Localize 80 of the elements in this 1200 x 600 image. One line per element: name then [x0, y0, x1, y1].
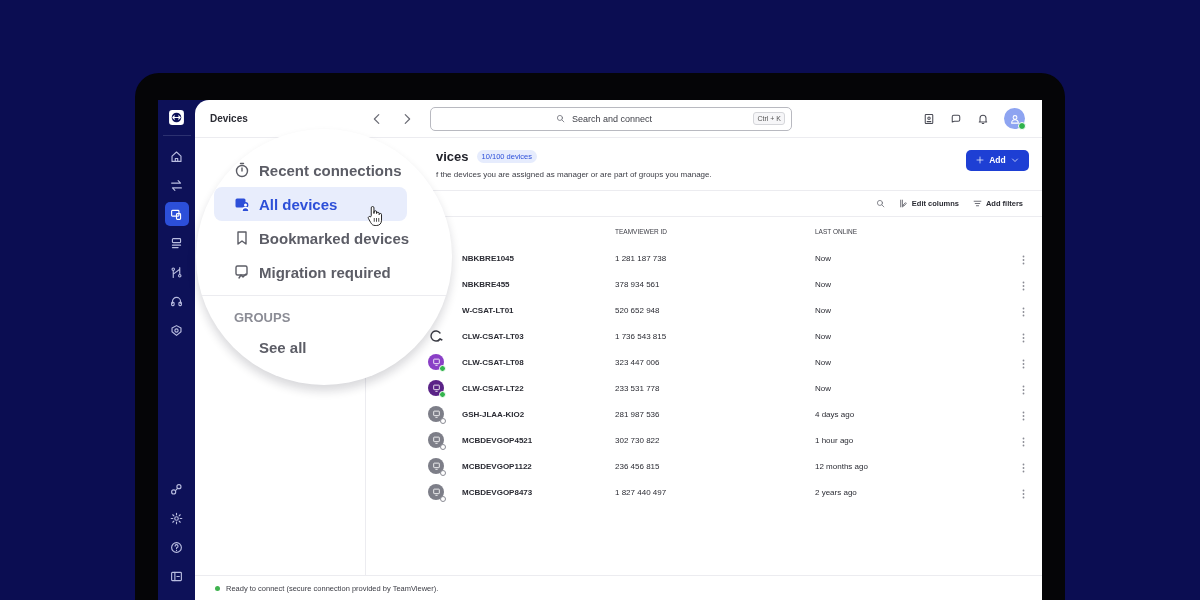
sidebar-item[interactable]: All devices	[214, 187, 408, 221]
devices-icon	[170, 207, 183, 221]
chevron-down-icon	[1010, 156, 1019, 164]
see-all-link[interactable]: See all	[259, 339, 307, 356]
bookmark-icon	[234, 230, 250, 246]
sync-icon	[428, 328, 444, 344]
more-options-button[interactable]	[1022, 253, 1025, 263]
logo-icon	[168, 109, 185, 126]
teamviewer-id: 302 730 822	[615, 435, 661, 445]
more-options-button[interactable]	[1022, 357, 1025, 367]
last-online: Now	[815, 305, 832, 315]
teamviewer-id: 1 827 440 497	[615, 487, 668, 497]
hand-cursor-icon	[366, 205, 384, 228]
help-icon	[170, 540, 183, 554]
last-online: Now	[815, 383, 832, 393]
sidebar-item[interactable]: Bookmarked devices	[214, 221, 422, 255]
more-options-button[interactable]	[1022, 331, 1025, 341]
search-button[interactable]	[875, 199, 885, 208]
home-icon	[170, 149, 183, 163]
add-button[interactable]: Add	[966, 149, 1029, 171]
section-heading: GROUPS	[234, 310, 291, 325]
person-icon	[1008, 112, 1021, 125]
device-name: CLW-CSAT-LT08	[461, 357, 525, 367]
more-options-button[interactable]	[1022, 461, 1025, 471]
last-online: 2 years ago	[815, 487, 858, 497]
teamviewer-id: 323 447 006	[615, 357, 661, 367]
bell-icon	[977, 112, 989, 125]
teamviewer-id: 1 281 187 738	[615, 253, 668, 263]
search-icon	[556, 114, 565, 123]
more-options-button[interactable]	[1022, 305, 1025, 315]
device-name: MCBDEVGOP4521	[461, 435, 534, 445]
more-options-button[interactable]	[1022, 279, 1025, 289]
chat-icon	[950, 112, 962, 125]
last-online: Now	[815, 253, 832, 263]
sidebar-item[interactable]: Recent connections	[214, 153, 414, 187]
teamviewer-id: 378 934 561	[615, 279, 661, 289]
stopwatch-icon	[234, 162, 250, 178]
device-name: W-CSAT-LT01	[461, 305, 515, 315]
last-online: 12 months ago	[815, 461, 869, 471]
user-avatar[interactable]	[1004, 108, 1025, 129]
plus-icon	[976, 156, 985, 164]
more-options-button[interactable]	[1022, 409, 1025, 419]
more-options-button[interactable]	[1022, 383, 1025, 393]
device-name: NBKBRE1045	[461, 253, 516, 263]
device-name: GSH-JLAA-KIO2	[461, 409, 526, 419]
device-name: CLW-CSAT-LT03	[461, 331, 525, 341]
nav-rail-button[interactable]	[164, 202, 189, 226]
device-name: MCBDEVGOP1122	[461, 461, 533, 471]
teamviewer-id: 520 652 948	[615, 305, 661, 315]
teamviewer-id: 1 736 543 815	[615, 331, 668, 341]
page-title: Devices	[210, 113, 249, 124]
device-name: MCBDEVGOP8473	[461, 487, 534, 497]
device-name: NBKBRE455	[461, 279, 511, 289]
last-online: 1 hour ago	[815, 435, 855, 445]
devices-user-icon	[234, 196, 250, 212]
link-icon	[170, 482, 183, 496]
device-name: CLW-CSAT-LT22	[461, 383, 525, 393]
list-icon	[170, 236, 183, 250]
search-icon	[875, 199, 885, 208]
filter-icon	[972, 199, 982, 208]
headset-icon	[170, 294, 183, 308]
teamviewer-id: 233 531 778	[615, 383, 661, 393]
section-title: vices	[436, 149, 469, 164]
teamviewer-id: 236 456 815	[615, 461, 661, 471]
flow-icon	[170, 265, 183, 279]
settings-icon	[170, 511, 183, 525]
arrows-icon	[170, 178, 183, 192]
columns-pencil-icon	[898, 199, 908, 208]
more-options-button[interactable]	[1022, 487, 1025, 497]
last-online: 4 days ago	[815, 409, 856, 419]
last-online: Now	[815, 331, 832, 341]
last-online: Now	[815, 357, 832, 367]
more-options-button[interactable]	[1022, 435, 1025, 445]
section-description: f the devices you are assigned as manager or are part of groups you manage.	[436, 170, 712, 179]
teamviewer-id: 281 987 536	[615, 409, 661, 419]
last-online: Now	[815, 279, 832, 289]
contact-book-icon	[923, 112, 935, 125]
sidebar-toggle-icon	[170, 569, 183, 583]
sidebar-item[interactable]: Migration required	[214, 255, 403, 289]
shield-icon	[170, 323, 183, 337]
